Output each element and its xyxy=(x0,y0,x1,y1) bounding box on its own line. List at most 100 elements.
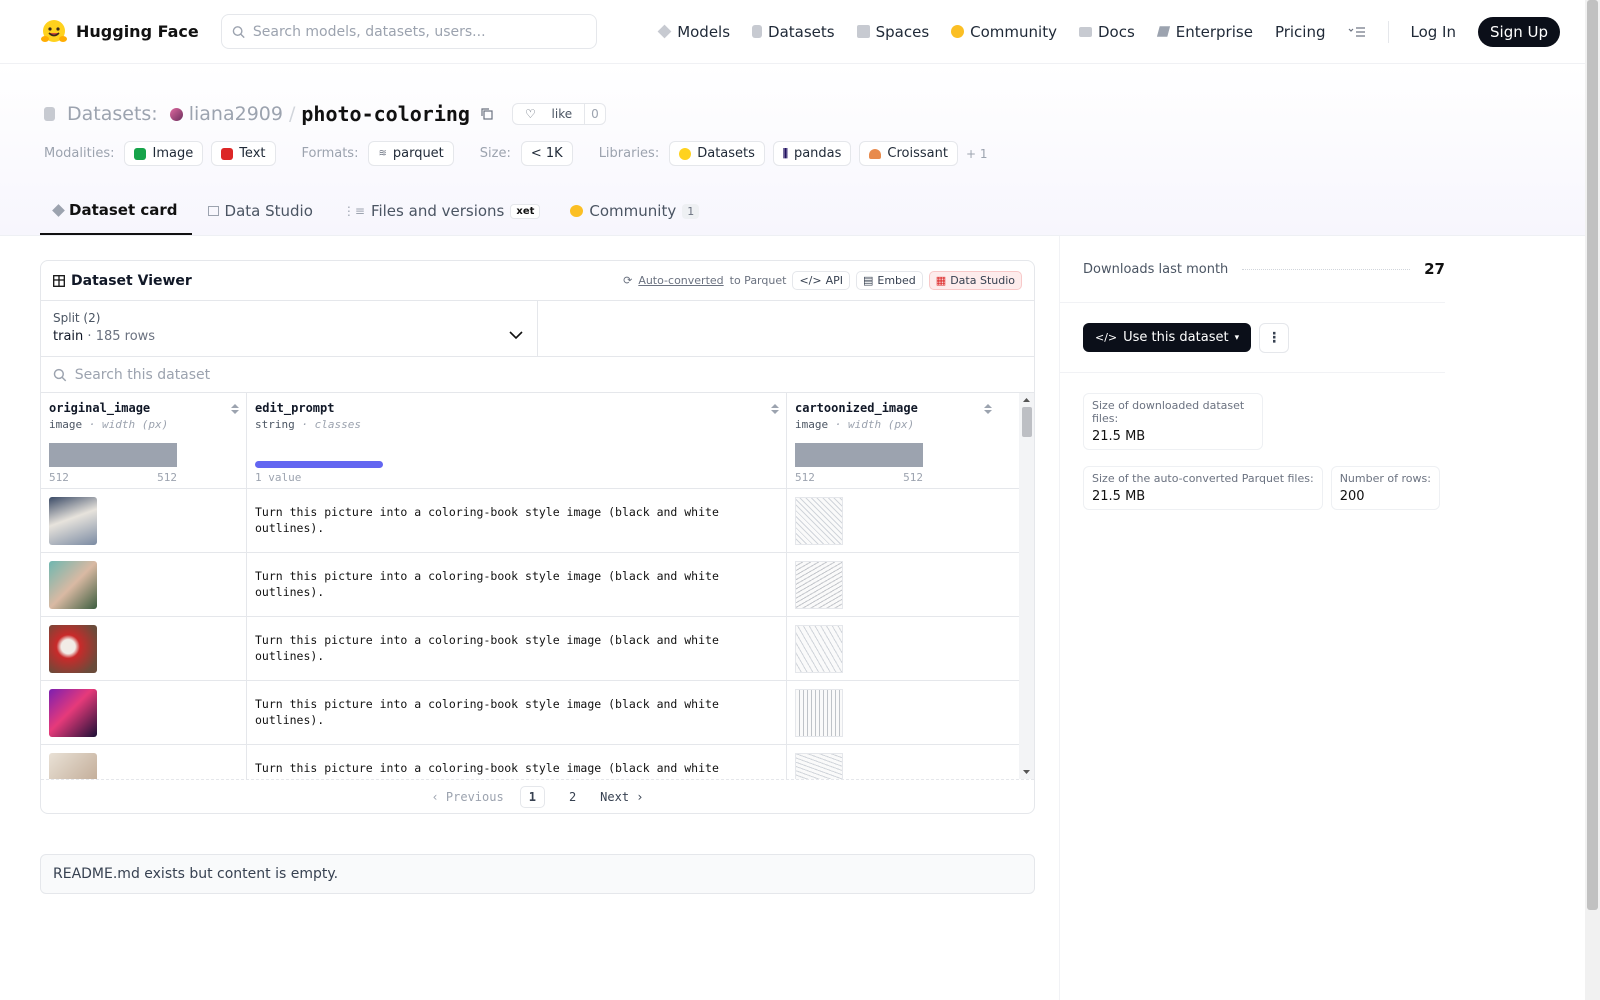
more-menu-button[interactable] xyxy=(1348,26,1366,38)
nav-spaces-label: Spaces xyxy=(875,22,930,41)
nav-enterprise-label: Enterprise xyxy=(1175,22,1253,41)
tag-croissant[interactable]: Croissant xyxy=(859,141,958,166)
tab-dataset-card[interactable]: Dataset card xyxy=(40,201,192,235)
nav-docs[interactable]: Docs xyxy=(1078,23,1135,41)
page-scroll-thumb[interactable] xyxy=(1587,0,1598,910)
embed-button[interactable]: ▤ Embed xyxy=(855,271,923,290)
cartoonized-image-cell[interactable] xyxy=(787,681,999,744)
tag-text[interactable]: Text xyxy=(211,141,276,166)
copy-icon[interactable] xyxy=(480,107,494,121)
original-image-cell[interactable] xyxy=(41,617,247,680)
scroll-up-icon[interactable] xyxy=(1019,395,1034,405)
nav-datasets[interactable]: Datasets xyxy=(752,23,835,41)
original-image-cell[interactable] xyxy=(41,489,247,552)
section-label[interactable]: Datasets: xyxy=(67,103,158,125)
original-image-thumbnail[interactable] xyxy=(49,689,97,737)
use-this-dataset-button[interactable]: </> Use this dataset ▾ xyxy=(1083,323,1252,352)
original-image-cell[interactable] xyxy=(41,553,247,616)
edit-prompt-cell[interactable]: Turn this picture into a coloring-book s… xyxy=(247,681,787,744)
hf-icon xyxy=(679,147,692,160)
cartoonized-image-thumbnail[interactable] xyxy=(795,753,843,779)
scroll-down-icon[interactable] xyxy=(1019,767,1034,777)
column-header-edit-prompt[interactable]: edit_prompt string · classes 1 value xyxy=(247,393,787,488)
table-row[interactable]: Turn this picture into a coloring-book s… xyxy=(41,745,1019,779)
global-search-input[interactable] xyxy=(252,23,586,40)
signup-button[interactable]: Sign Up xyxy=(1478,16,1560,47)
cartoonized-image-cell[interactable] xyxy=(787,745,999,779)
original-image-thumbnail[interactable] xyxy=(49,497,97,545)
data-studio-button[interactable]: ▦ Data Studio xyxy=(928,271,1022,290)
global-search[interactable] xyxy=(220,14,597,49)
tab-files[interactable]: ⋮≡ Files and versions xet xyxy=(329,201,555,235)
like-label-wrap: ♡ like xyxy=(513,104,584,124)
hist-min: 512 xyxy=(49,471,69,484)
dataset-search[interactable] xyxy=(41,357,1034,393)
previous-page[interactable]: ‹ Previous xyxy=(431,790,503,804)
grid-scroll-thumb[interactable] xyxy=(1022,407,1032,437)
edit-prompt-cell[interactable]: Turn this picture into a coloring-book s… xyxy=(247,745,787,779)
grid-scrollbar[interactable] xyxy=(1019,393,1034,779)
column-type: image · width (px) xyxy=(49,418,238,431)
auto-converted-link[interactable]: Auto-converted xyxy=(638,274,723,287)
libraries-more[interactable]: + 1 xyxy=(966,147,988,161)
refresh-icon: ⟳ xyxy=(623,274,633,287)
more-options-button[interactable]: ⋮ xyxy=(1259,322,1290,353)
sort-icon[interactable] xyxy=(230,403,240,418)
table-row[interactable]: Turn this picture into a coloring-book s… xyxy=(41,489,1019,553)
cartoonized-image-thumbnail[interactable] xyxy=(795,689,843,737)
cartoonized-image-thumbnail[interactable] xyxy=(795,561,843,609)
table-row[interactable]: Turn this picture into a coloring-book s… xyxy=(41,681,1019,745)
sort-icon[interactable] xyxy=(770,403,780,418)
repo-name[interactable]: photo-coloring xyxy=(301,102,470,126)
stat-label: Size of downloaded dataset files: xyxy=(1092,399,1245,425)
edit-prompt-cell[interactable]: Turn this picture into a coloring-book s… xyxy=(247,553,787,616)
api-button[interactable]: </> API xyxy=(792,271,850,290)
like-button[interactable]: ♡ like 0 xyxy=(511,103,606,125)
use-this-dataset-label: Use this dataset xyxy=(1123,330,1229,345)
nav-models[interactable]: Models xyxy=(657,23,730,41)
tag-image[interactable]: Image xyxy=(124,141,204,166)
previous-label: Previous xyxy=(445,789,504,804)
nav-pricing[interactable]: Pricing xyxy=(1275,23,1326,41)
owner-link[interactable]: liana2909 xyxy=(189,103,283,125)
edit-prompt-cell[interactable]: Turn this picture into a coloring-book s… xyxy=(247,489,787,552)
histogram-labels: 512 512 xyxy=(795,471,923,484)
page-1[interactable]: 1 xyxy=(519,785,545,808)
original-image-thumbnail[interactable] xyxy=(49,753,97,779)
sort-icon[interactable] xyxy=(983,403,993,418)
page-2[interactable]: 2 xyxy=(561,787,584,807)
nav-enterprise[interactable]: Enterprise xyxy=(1156,22,1253,41)
original-image-thumbnail[interactable] xyxy=(49,561,97,609)
page-scrollbar[interactable] xyxy=(1585,0,1600,1000)
column-header-original-image[interactable]: original_image image · width (px) 512 512 xyxy=(41,393,247,488)
dataset-search-input[interactable] xyxy=(74,366,1022,383)
embed-icon: ▤ xyxy=(862,274,874,287)
cartoonized-image-thumbnail[interactable] xyxy=(795,497,843,545)
downloads-row: Downloads last month 27 xyxy=(1060,236,1445,303)
table-row[interactable]: Turn this picture into a coloring-book s… xyxy=(41,617,1019,681)
login-button[interactable]: Log In xyxy=(1411,23,1457,41)
nav-spaces[interactable]: Spaces xyxy=(856,22,930,41)
original-image-thumbnail[interactable] xyxy=(49,625,97,673)
column-header-cartoonized-image[interactable]: cartoonized_image image · width (px) 512… xyxy=(787,393,999,488)
tab-community[interactable]: Community 1 xyxy=(556,201,713,235)
tag-datasets[interactable]: Datasets xyxy=(669,141,765,166)
cartoonized-image-cell[interactable] xyxy=(787,617,999,680)
cartoonized-image-cell[interactable] xyxy=(787,489,999,552)
cartoonized-image-cell[interactable] xyxy=(787,553,999,616)
original-image-cell[interactable] xyxy=(41,681,247,744)
nav-community[interactable]: Community xyxy=(951,23,1057,41)
table-row[interactable]: Turn this picture into a coloring-book s… xyxy=(41,553,1019,617)
data-grid: original_image image · width (px) 512 512… xyxy=(41,393,1019,779)
brand[interactable]: Hugging Face xyxy=(40,18,199,46)
split-selector[interactable]: Split (2) train · 185 rows xyxy=(41,301,538,356)
cartoonized-image-thumbnail[interactable] xyxy=(795,625,843,673)
brand-name: Hugging Face xyxy=(76,22,199,41)
original-image-cell[interactable] xyxy=(41,745,247,779)
tab-data-studio[interactable]: Data Studio xyxy=(194,201,327,235)
edit-prompt-cell[interactable]: Turn this picture into a coloring-book s… xyxy=(247,617,787,680)
next-page[interactable]: Next › xyxy=(600,790,643,804)
tag-parquet[interactable]: ≋ parquet xyxy=(368,141,454,166)
tag-size[interactable]: < 1K xyxy=(520,141,573,166)
tag-pandas[interactable]: ⫼ pandas xyxy=(772,141,852,166)
